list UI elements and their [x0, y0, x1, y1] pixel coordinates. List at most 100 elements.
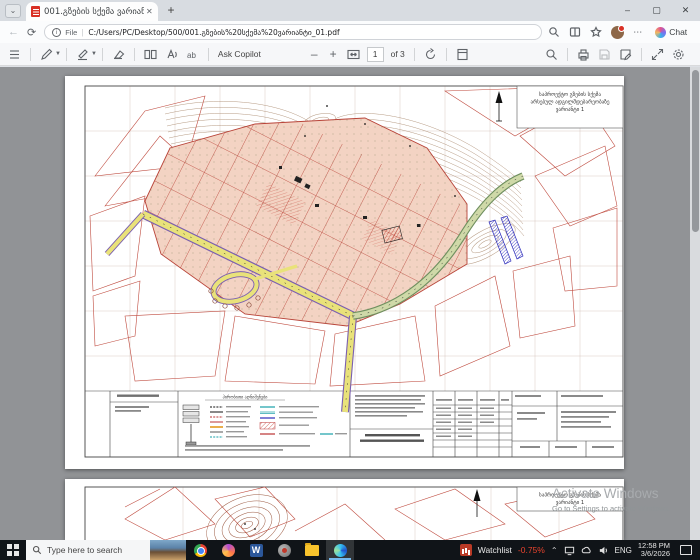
maximize-button[interactable]: ▢: [642, 0, 671, 21]
page-info-icon[interactable]: i: [52, 28, 61, 37]
legend: პირობითი აღნიშვნები: [183, 395, 347, 451]
page2-title-line1: საპროექტო გზების სქემა: [539, 492, 601, 499]
start-button[interactable]: [0, 540, 26, 560]
read-aloud-icon[interactable]: [164, 47, 179, 62]
browser-tab[interactable]: 001.გზების სქემა ვარიანტი_0 ✕: [26, 2, 158, 21]
blue-hatched-zone: [489, 216, 523, 264]
page-number-input[interactable]: 1: [367, 47, 384, 62]
url-text: C:/Users/PC/Desktop/500/001.გზების%20სქე…: [88, 28, 339, 37]
title-block: პირობითი აღნიშვნები: [85, 391, 623, 457]
search-document-icon[interactable]: [544, 47, 559, 62]
edge-icon: [334, 544, 347, 557]
file-explorer-icon: [305, 545, 319, 556]
colorful-app-icon: [222, 544, 235, 557]
print-icon[interactable]: [576, 47, 591, 62]
taskbar-app-chrome[interactable]: [186, 540, 214, 560]
zoom-out-button[interactable]: –: [311, 47, 318, 61]
taskbar-search-box[interactable]: Type here to search: [26, 540, 150, 560]
pdf-toolbar: ▼ ▼ ab Ask Copilot – + 1 of 3: [0, 43, 700, 66]
taskbar-app-gray[interactable]: [270, 540, 298, 560]
favorites-star-icon[interactable]: [590, 26, 602, 38]
watchlist-label[interactable]: Watchlist: [478, 545, 512, 555]
drawing-title-line1: საპროექტო გზების სქემა: [539, 91, 601, 98]
tab-close-icon[interactable]: ✕: [146, 7, 153, 16]
clock[interactable]: 12:58 PM 3/6/2026: [638, 542, 670, 559]
drawing-title-box-page2: საპროექტო გზების სქემა ვარიანტი 1: [517, 487, 623, 511]
action-center-icon[interactable]: [680, 545, 692, 555]
new-tab-button[interactable]: +: [163, 3, 179, 17]
north-arrow: [496, 91, 503, 121]
save-as-icon[interactable]: [618, 47, 633, 62]
pdf-viewport[interactable]: პირობითი აღნიშვნები: [0, 67, 700, 540]
page-view-icon[interactable]: [455, 47, 470, 62]
scrollbar-thumb[interactable]: [692, 70, 699, 232]
drawing-title-line3: ვარიანტი 1: [556, 106, 584, 113]
fullscreen-icon[interactable]: [650, 47, 665, 62]
tray-expand-icon[interactable]: ⌃: [551, 546, 558, 555]
gray-app-icon: [278, 544, 291, 557]
eraser-icon[interactable]: [111, 47, 126, 62]
search-icon: [32, 545, 42, 555]
language-indicator[interactable]: ENG: [615, 546, 632, 555]
pdf-favicon: [31, 6, 40, 17]
copilot-chat-button[interactable]: Chat: [655, 27, 687, 38]
windows-taskbar: Type here to search W Watchlist -0.75% ⌃…: [0, 540, 700, 560]
copilot-icon: [655, 27, 666, 38]
taskbar-tray: Watchlist -0.75% ⌃ ENG 12:58 PM 3/6/2026: [460, 542, 700, 559]
more-menu-icon[interactable]: ⋯: [633, 27, 642, 38]
fit-to-width-icon[interactable]: [346, 47, 361, 62]
rotate-icon[interactable]: [423, 47, 438, 62]
draw-pen-dropdown-icon[interactable]: ▼: [55, 51, 61, 57]
minimize-button[interactable]: –: [613, 0, 642, 21]
legend-title: პირობითი აღნიშვნები: [223, 395, 268, 400]
pdf-page-1: პირობითი აღნიშვნები: [65, 76, 624, 469]
refresh-icon[interactable]: ⟳: [27, 26, 36, 39]
settings-gear-icon[interactable]: [671, 47, 686, 62]
two-page-view-icon[interactable]: [143, 47, 158, 62]
url-separator: |: [81, 28, 83, 37]
taskbar-app-word[interactable]: W: [242, 540, 270, 560]
translate-icon[interactable]: ab: [185, 47, 200, 62]
svg-text:ab: ab: [187, 51, 196, 60]
onedrive-icon[interactable]: [581, 545, 592, 556]
url-field[interactable]: i File | C:/Users/PC/Desktop/500/001.გზე…: [44, 24, 542, 40]
highlighter-icon[interactable]: [75, 47, 90, 62]
search-placeholder: Type here to search: [47, 545, 122, 555]
desktop-screen: ⌄ 001.გზების სქემა ვარიანტი_0 ✕ + – ▢ ✕ …: [0, 0, 700, 560]
zoom-in-button[interactable]: +: [330, 47, 337, 61]
chrome-icon: [194, 544, 207, 557]
profile-avatar[interactable]: [611, 26, 624, 39]
draw-pen-icon[interactable]: [39, 47, 54, 62]
pdf-page-2: საპროექტო გზების სქემა ვარიანტი 1: [65, 479, 624, 540]
split-screen-icon[interactable]: [569, 26, 581, 38]
network-icon[interactable]: [564, 545, 575, 556]
legend-line-samples: [210, 406, 347, 437]
save-icon: [597, 47, 612, 62]
drawing-title-line2: არსებულ ადგილმდებარეობაზე: [530, 99, 609, 106]
back-icon[interactable]: ←: [8, 26, 19, 38]
taskbar-app-edge[interactable]: [326, 540, 354, 560]
watchlist-icon[interactable]: [460, 544, 472, 556]
watchlist-change[interactable]: -0.75%: [518, 545, 545, 555]
find-icon[interactable]: [548, 26, 560, 38]
clock-date: 3/6/2026: [638, 550, 670, 559]
browser-tab-strip: ⌄ 001.გზების სქემა ვარიანტი_0 ✕ + – ▢ ✕: [0, 0, 700, 21]
address-bar-row: ← ⟳ i File | C:/Users/PC/Desktop/500/001…: [0, 21, 700, 43]
taskbar-app-colorful[interactable]: [214, 540, 242, 560]
volume-icon[interactable]: [598, 545, 609, 556]
vertical-scrollbar[interactable]: [690, 67, 700, 540]
highlighter-dropdown-icon[interactable]: ▼: [91, 51, 97, 57]
taskbar-app-explorer[interactable]: [298, 540, 326, 560]
site-plan-drawing-page2: საპროექტო გზების სქემა ვარიანტი 1: [65, 479, 624, 540]
close-button[interactable]: ✕: [671, 0, 700, 21]
search-highlight-image[interactable]: [150, 540, 186, 560]
url-scheme-label: File: [65, 28, 77, 37]
table-of-contents-icon[interactable]: [7, 47, 22, 62]
window-controls: – ▢ ✕: [613, 0, 700, 21]
contour-cluster-page2: [198, 483, 297, 540]
page2-title-line2: ვარიანტი 1: [556, 499, 584, 506]
ask-copilot-button[interactable]: Ask Copilot: [218, 49, 261, 59]
chat-label: Chat: [669, 27, 687, 37]
drawing-title-box: საპროექტო გზების სქემა არსებულ ადგილმდებ…: [517, 86, 623, 128]
tab-search-button[interactable]: ⌄: [5, 4, 21, 18]
